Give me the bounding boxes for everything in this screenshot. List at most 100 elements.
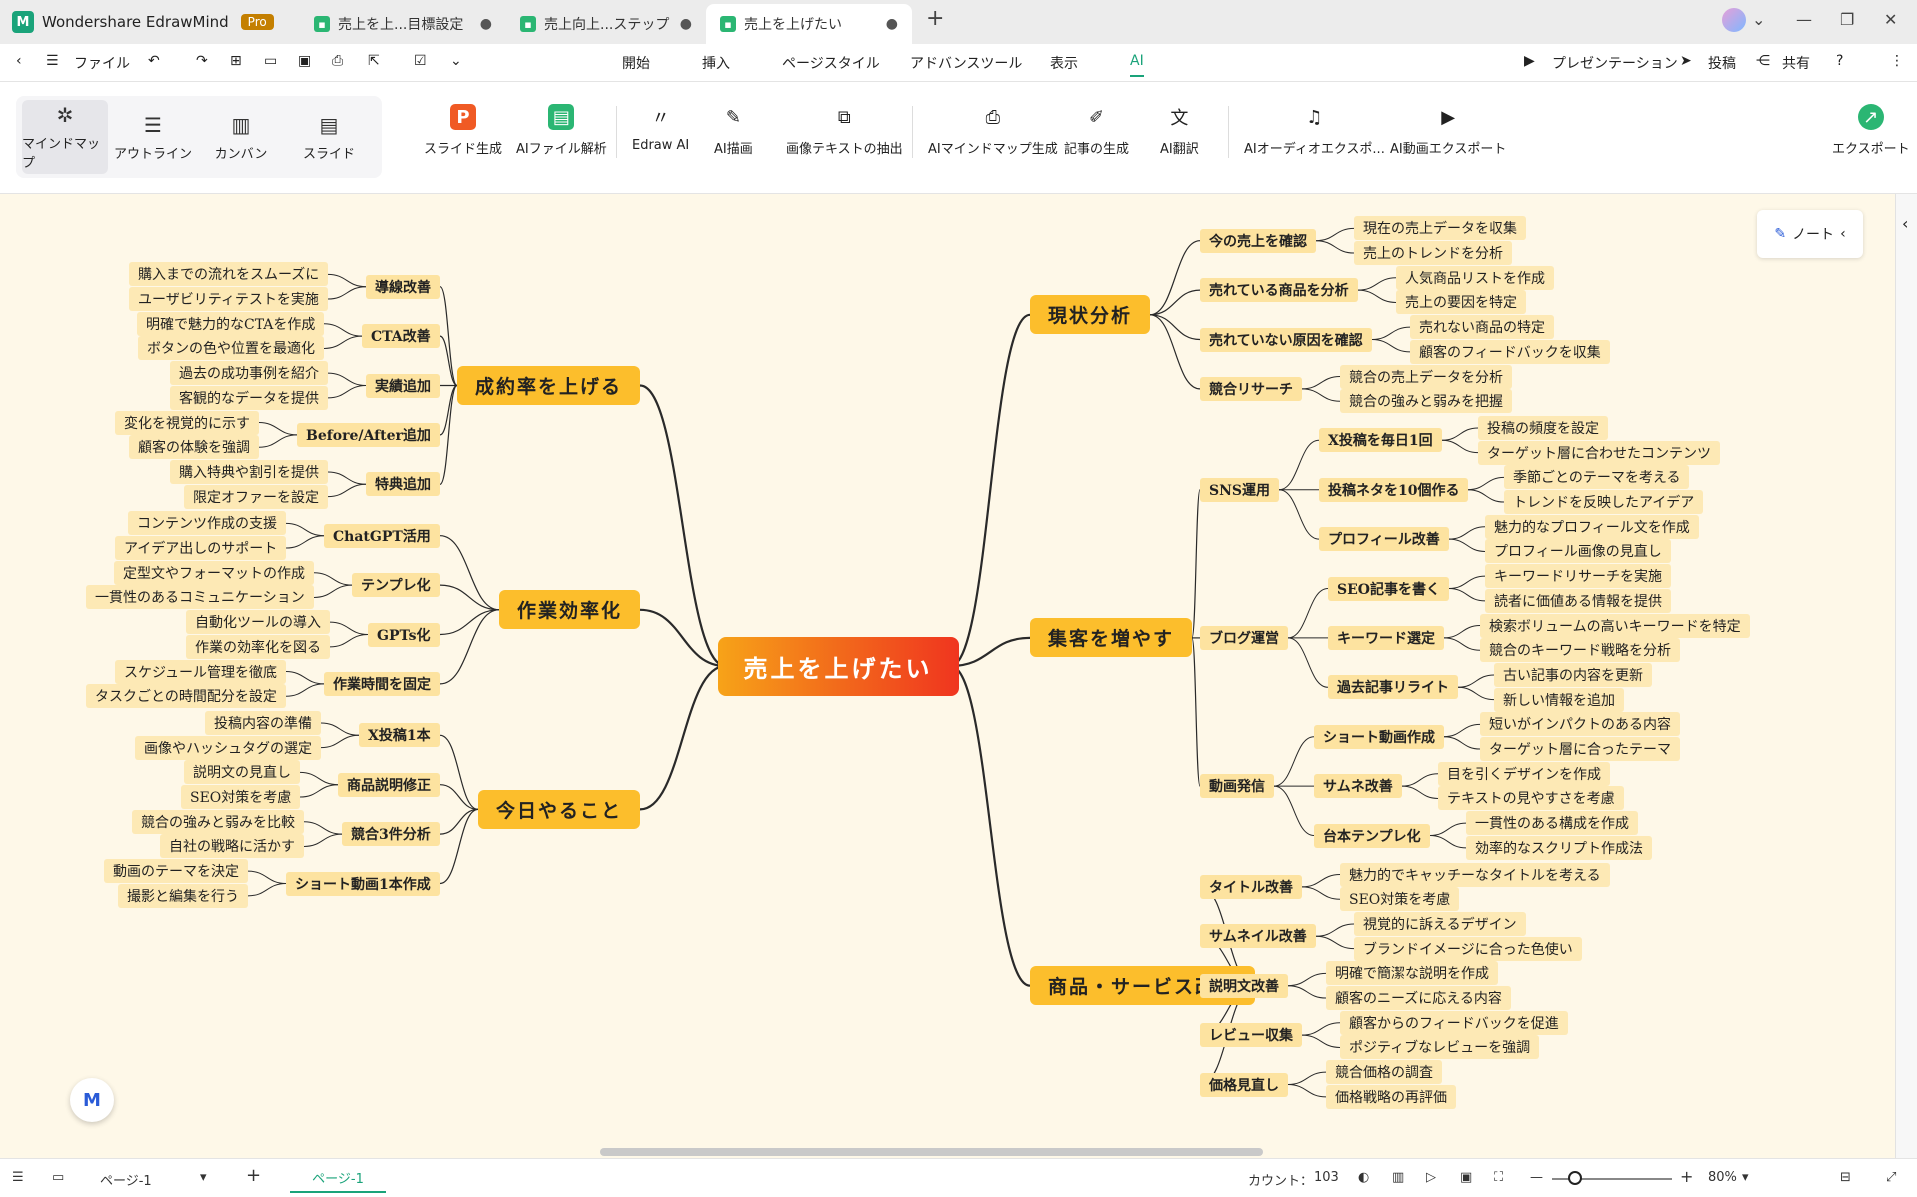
note-button[interactable]: ✎ ノート ‹ <box>1757 210 1863 258</box>
ai-video-export-button[interactable]: ▶ AI動画エクスポート <box>1390 104 1506 158</box>
leaf-topic[interactable]: 定型文やフォーマットの作成 <box>114 560 314 585</box>
tab-ai[interactable]: AI <box>1130 53 1144 77</box>
leaf-topic[interactable]: アイデア出しのサポート <box>115 536 287 561</box>
leaf-topic[interactable]: 顧客からのフィードバックを促進 <box>1340 1010 1568 1035</box>
leaf-topic[interactable]: 価格戦略の再評価 <box>1326 1084 1456 1109</box>
subtopic[interactable]: ChatGPT活用 <box>324 523 440 548</box>
checkbox-icon[interactable]: ☑ <box>414 53 427 69</box>
leaf-topic[interactable]: 競合価格の調査 <box>1326 1060 1442 1085</box>
leaf-topic[interactable]: 検索ボリュームの高いキーワードを特定 <box>1480 613 1750 638</box>
add-page-icon[interactable]: + <box>246 1165 261 1186</box>
leaf-topic[interactable]: ポジティブなレビューを強調 <box>1340 1035 1540 1060</box>
ai-drawing-button[interactable]: ✎ AI描画 <box>714 104 753 158</box>
share-button[interactable]: 共有 <box>1782 53 1810 73</box>
leaf-topic[interactable]: スケジュール管理を徹底 <box>115 659 287 684</box>
leaf-topic[interactable]: ボタンの色や位置を最適化 <box>138 336 324 361</box>
share-icon[interactable]: ⋲ <box>1756 53 1770 69</box>
subtopic[interactable]: 説明文改善 <box>1200 973 1288 998</box>
leaf-topic[interactable]: 投稿の頻度を設定 <box>1478 415 1608 440</box>
save-icon[interactable]: ▣ <box>298 53 311 69</box>
subtopic[interactable]: 売れている商品を分析 <box>1200 278 1358 303</box>
leaf-topic[interactable]: SEO対策を考慮 <box>1340 887 1460 912</box>
subtopic[interactable]: 投稿ネタを10個作る <box>1319 477 1469 502</box>
article-generate-button[interactable]: ✐ 記事の生成 <box>1064 104 1129 158</box>
presentation-button[interactable]: プレゼンテーション <box>1552 53 1678 73</box>
publish-button[interactable]: 投稿 <box>1708 53 1736 73</box>
back-arrow-icon[interactable]: ‹ <box>16 53 22 69</box>
close-icon[interactable]: ✕ <box>1884 10 1897 29</box>
leaf-topic[interactable]: 目を引くデザインを作成 <box>1438 761 1610 786</box>
subtopic[interactable]: X投稿1本 <box>359 723 440 748</box>
leaf-topic[interactable]: 一貫性のあるコミュニケーション <box>86 585 314 610</box>
doc-tab-2[interactable]: ▪ 売上向上...ステップ ● <box>506 4 706 44</box>
view-slide[interactable]: ▤ スライド <box>286 100 372 174</box>
leaf-topic[interactable]: ユーザビリティテストを実施 <box>129 287 328 312</box>
view-outline[interactable]: ☰ アウトライン <box>110 100 196 174</box>
zoom-level[interactable]: 80% <box>1708 1170 1737 1185</box>
leaf-topic[interactable]: 季節ごとのテーマを考える <box>1504 465 1690 490</box>
horizontal-scrollbar[interactable] <box>600 1148 1263 1156</box>
mindmap-canvas[interactable]: 売上を上げたい 現状分析 今の売上を確認 現在の売上データを収集 売上のトレンドを分析売… <box>0 194 1895 1158</box>
subtopic[interactable]: Before/After追加 <box>297 422 440 447</box>
ai-assistant-button[interactable]: M <box>70 1078 114 1122</box>
leaf-topic[interactable]: 撮影と編集を行う <box>118 883 248 908</box>
view-kanban[interactable]: ▥ カンバン <box>198 100 284 174</box>
unsaved-dot-icon[interactable]: ● <box>886 16 898 32</box>
subtopic[interactable]: レビュー収集 <box>1200 1023 1302 1048</box>
zoom-dropdown-icon[interactable]: ▾ <box>1742 1170 1749 1185</box>
subtopic[interactable]: ショート動画作成 <box>1314 724 1444 749</box>
leaf-topic[interactable]: 自社の戦略に活かす <box>160 834 304 859</box>
leaf-topic[interactable]: ターゲット層に合ったテーマ <box>1480 737 1680 762</box>
leaf-topic[interactable]: コンテンツ作成の支援 <box>128 511 286 536</box>
theme-icon[interactable]: ◐ <box>1358 1170 1369 1185</box>
leaf-topic[interactable]: 明確で簡潔な説明を作成 <box>1326 961 1498 986</box>
subtopic[interactable]: 動画発信 <box>1200 774 1274 799</box>
leaf-topic[interactable]: 競合のキーワード戦略を分析 <box>1480 638 1680 663</box>
redo-icon[interactable]: ↷ <box>196 53 208 69</box>
unsaved-dot-icon[interactable]: ● <box>480 16 492 32</box>
leaf-topic[interactable]: 人気商品リストを作成 <box>1396 265 1554 290</box>
subtopic[interactable]: 過去記事リライト <box>1328 675 1458 700</box>
subtopic[interactable]: 台本テンプレ化 <box>1314 823 1430 848</box>
leaf-topic[interactable]: 競合の強みと弱みを比較 <box>132 809 304 834</box>
leaf-topic[interactable]: 効率的なスクリプト作成法 <box>1466 835 1652 860</box>
subtopic[interactable]: キーワード選定 <box>1328 625 1444 650</box>
page-select[interactable]: ページ-1 <box>100 1170 152 1189</box>
main-topic[interactable]: 成約率を上げる <box>457 366 641 405</box>
page-tab[interactable]: ページ-1 <box>290 1163 386 1193</box>
leaf-topic[interactable]: 短いがインパクトのある内容 <box>1480 712 1680 737</box>
tab-page-style[interactable]: ページスタイル <box>782 53 880 73</box>
open-folder-icon[interactable]: ▭ <box>264 53 277 69</box>
subtopic[interactable]: 特典追加 <box>366 472 440 497</box>
export-share-icon[interactable]: ⇱ <box>368 53 380 69</box>
subtopic[interactable]: 価格見直し <box>1200 1072 1288 1097</box>
undo-icon[interactable]: ↶ <box>148 53 160 69</box>
tab-start[interactable]: 開始 <box>622 53 650 73</box>
leaf-topic[interactable]: 売上のトレンドを分析 <box>1354 241 1512 266</box>
new-file-icon[interactable]: ⊞ <box>230 53 242 69</box>
leaf-topic[interactable]: 購入までの流れをスムーズに <box>129 262 329 287</box>
zoom-in-icon[interactable]: + <box>1680 1167 1693 1186</box>
user-avatar[interactable] <box>1722 8 1746 32</box>
hamburger-menu-icon[interactable]: ☰ <box>46 53 59 69</box>
file-menu[interactable]: ファイル <box>74 53 130 73</box>
restore-icon[interactable]: ❐ <box>1840 10 1854 29</box>
zoom-out-icon[interactable]: — <box>1530 1170 1543 1185</box>
leaf-topic[interactable]: 新しい情報を追加 <box>1494 687 1624 712</box>
leaf-topic[interactable]: 読者に価値ある情報を提供 <box>1485 588 1671 613</box>
leaf-topic[interactable]: 顧客の体験を強調 <box>129 435 259 460</box>
leaf-topic[interactable]: テキストの見やすさを考慮 <box>1438 786 1624 811</box>
leaf-topic[interactable]: 競合の売上データを分析 <box>1340 364 1512 389</box>
image-text-extract-button[interactable]: ⧉ 画像テキストの抽出 <box>786 104 903 158</box>
subtopic[interactable]: 今の売上を確認 <box>1200 228 1316 253</box>
page-list-icon[interactable]: ☰ <box>12 1170 24 1185</box>
leaf-topic[interactable]: 顧客のニーズに応える内容 <box>1326 986 1511 1011</box>
leaf-topic[interactable]: 自動化ツールの導入 <box>186 610 330 635</box>
leaf-topic[interactable]: タスクごとの時間配分を設定 <box>86 684 286 709</box>
subtopic[interactable]: 競合3件分析 <box>342 822 440 847</box>
main-topic[interactable]: 今日やること <box>478 789 641 829</box>
leaf-topic[interactable]: 視覚的に訴えるデザイン <box>1354 911 1526 936</box>
leaf-topic[interactable]: 魅力的なプロフィール文を作成 <box>1485 514 1699 539</box>
tab-insert[interactable]: 挿入 <box>702 53 730 73</box>
tab-view[interactable]: 表示 <box>1050 53 1078 73</box>
